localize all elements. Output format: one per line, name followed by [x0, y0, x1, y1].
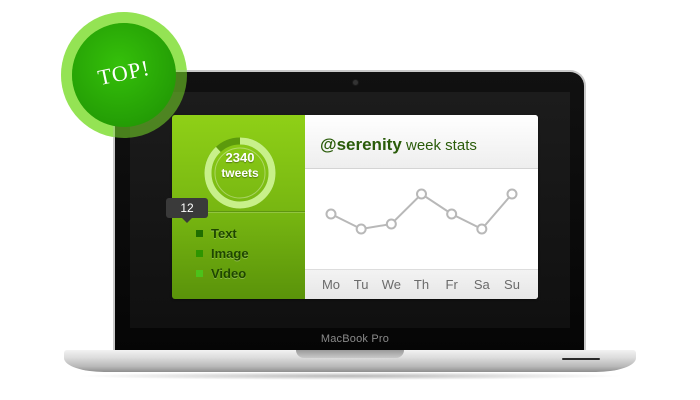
- day-label: Sa: [473, 277, 490, 292]
- laptop-base-line: [562, 358, 600, 360]
- day-label: Tu: [353, 277, 369, 292]
- camera-icon: [353, 80, 358, 85]
- laptop-brand-label: MacBook Pro: [320, 333, 390, 345]
- day-label: Fr: [445, 277, 458, 292]
- tweet-count: 2340: [225, 150, 255, 165]
- day-axis: Mo Tu We Th Fr Sa Su: [305, 269, 538, 299]
- legend-swatch: [196, 229, 203, 237]
- legend-item-text[interactable]: Text: [196, 223, 249, 243]
- legend-label: Text: [211, 225, 237, 241]
- data-point: [325, 208, 337, 220]
- laptop-shadow: [75, 372, 625, 380]
- stats-title: week stats: [406, 137, 477, 154]
- data-point: [476, 223, 488, 235]
- legend-item-image[interactable]: Image: [196, 243, 249, 263]
- day-label: Mo: [321, 277, 341, 292]
- day-label: Th: [413, 277, 430, 292]
- tooltip-arrow: [182, 218, 192, 223]
- legend-label: Image: [211, 245, 249, 261]
- user-handle[interactable]: @serenity: [320, 135, 402, 155]
- stats-widget: 2340 tweets Text Image Video @serenity w…: [172, 115, 538, 299]
- legend-item-video[interactable]: Video: [196, 263, 249, 283]
- data-point: [506, 188, 518, 200]
- stats-header: @serenity week stats: [305, 115, 538, 169]
- day-label: Su: [504, 277, 520, 292]
- data-point: [446, 208, 458, 220]
- laptop-notch: [296, 350, 404, 358]
- data-point: [355, 223, 367, 235]
- data-point: [416, 188, 427, 200]
- day-label: We: [381, 277, 401, 292]
- legend-swatch: [196, 249, 203, 257]
- legend-label: Video: [211, 265, 247, 281]
- legend: Text Image Video: [196, 223, 249, 283]
- stats-panel: @serenity week stats Mo Tu We Th Fr Sa Su: [305, 115, 538, 299]
- legend-swatch: [196, 269, 203, 277]
- chart-area: [305, 169, 538, 269]
- tweet-unit: tweets: [221, 166, 259, 180]
- data-point: [385, 218, 397, 230]
- value-tooltip: 12: [166, 198, 208, 218]
- week-line-chart: [325, 188, 518, 235]
